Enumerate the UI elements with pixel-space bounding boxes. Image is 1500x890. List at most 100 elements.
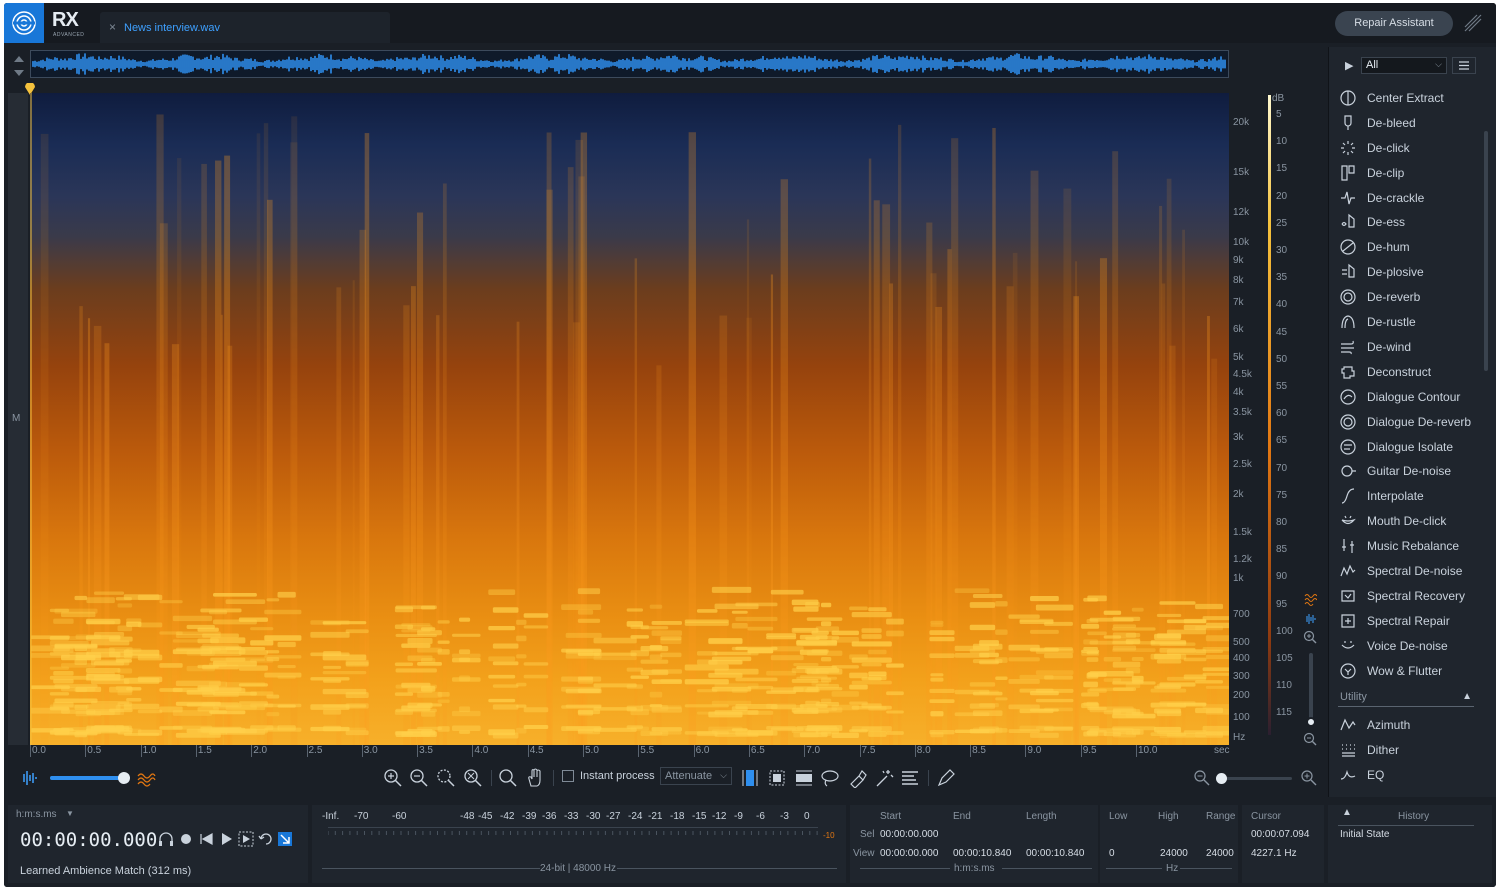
view-end[interactable]: 00:00:10.840 bbox=[953, 848, 1011, 859]
instant-process-checkbox[interactable] bbox=[562, 770, 574, 782]
harmonic-band bbox=[126, 697, 142, 702]
play-module-icon[interactable]: ▶ bbox=[1345, 59, 1353, 72]
zoom-tool-icon[interactable] bbox=[498, 768, 518, 788]
harmonic-band bbox=[861, 663, 882, 667]
view-length[interactable]: 00:00:10.840 bbox=[1026, 848, 1084, 859]
play-selection-icon[interactable] bbox=[238, 831, 254, 847]
frequency-low[interactable]: 0 bbox=[1109, 848, 1115, 859]
zoom-full-icon[interactable] bbox=[463, 768, 483, 788]
module-item[interactable]: De-wind bbox=[1329, 335, 1479, 359]
module-item[interactable]: Music Rebalance bbox=[1329, 534, 1479, 558]
skip-to-start-icon[interactable] bbox=[200, 832, 213, 846]
selection-start[interactable]: 00:00:00.000 bbox=[880, 829, 938, 840]
horizontal-zoom-handle[interactable] bbox=[1216, 773, 1227, 784]
repair-assistant-button[interactable]: Repair Assistant bbox=[1335, 11, 1453, 36]
module-item[interactable]: Dialogue De-reverb bbox=[1329, 410, 1479, 434]
harmonic-band bbox=[1086, 619, 1099, 624]
module-item[interactable]: Spectral Recovery bbox=[1329, 584, 1479, 608]
time-selection-icon[interactable] bbox=[740, 768, 760, 788]
harmonic-band bbox=[929, 653, 955, 658]
play-icon[interactable] bbox=[222, 833, 232, 845]
repair-assistant-icon[interactable] bbox=[1461, 11, 1485, 35]
module-item[interactable]: Deconstruct bbox=[1329, 360, 1479, 384]
module-item[interactable]: Guitar De-noise bbox=[1329, 459, 1479, 483]
time-frequency-selection-icon[interactable] bbox=[767, 768, 787, 788]
zoom-out-icon[interactable] bbox=[409, 768, 429, 788]
frequency-high[interactable]: 24000 bbox=[1160, 848, 1188, 859]
frequency-selection-icon[interactable] bbox=[794, 768, 814, 788]
db-tick-label: 15 bbox=[1276, 163, 1288, 175]
spectrogram-view-icon[interactable] bbox=[136, 768, 156, 788]
brush-tool-icon[interactable] bbox=[847, 768, 867, 788]
horizontal-zoom-out-icon[interactable] bbox=[1192, 768, 1212, 788]
utility-section-header[interactable]: Utility ▲ bbox=[1338, 689, 1474, 707]
module-item[interactable]: De-clip bbox=[1329, 161, 1479, 185]
time-tick-label: 8.5 bbox=[972, 745, 986, 756]
zoom-in-vertical-icon[interactable] bbox=[1303, 630, 1317, 644]
spectrogram-waveform-blend-slider[interactable] bbox=[50, 772, 130, 784]
chevron-down-icon[interactable]: ▼ bbox=[66, 809, 74, 818]
vertical-zoom-slider[interactable] bbox=[1306, 653, 1316, 727]
instant-process-mode-select[interactable]: Attenuate ⌵ bbox=[660, 767, 732, 785]
module-item[interactable]: De-bleed bbox=[1329, 111, 1479, 135]
module-filter-select[interactable]: All ⌵ bbox=[1361, 57, 1447, 74]
module-item[interactable]: De-click bbox=[1329, 136, 1479, 160]
module-item[interactable]: Dither bbox=[1329, 738, 1479, 762]
pencil-tool-icon[interactable] bbox=[936, 768, 956, 788]
overview-resize-icon[interactable] bbox=[8, 51, 30, 81]
time-format-label[interactable]: h:m:s.ms bbox=[16, 809, 57, 820]
spectrogram-settings-icon[interactable] bbox=[1303, 593, 1317, 607]
spectrogram-display[interactable] bbox=[30, 93, 1229, 745]
waveform-settings-icon[interactable] bbox=[1303, 613, 1317, 625]
module-list-scrollbar[interactable] bbox=[1484, 131, 1488, 371]
module-item[interactable]: Wow & Flutter bbox=[1329, 659, 1479, 683]
status-bar: h:m:s.ms ▼ 00:00:00.000 Learned Ambience… bbox=[4, 803, 1496, 887]
module-item[interactable]: Dialogue Contour bbox=[1329, 385, 1479, 409]
frequency-range[interactable]: 24000 bbox=[1206, 848, 1234, 859]
view-start[interactable]: 00:00:00.000 bbox=[880, 848, 938, 859]
zoom-in-icon[interactable] bbox=[383, 768, 403, 788]
module-item[interactable]: Center Extract bbox=[1329, 86, 1479, 110]
zoom-out-vertical-icon[interactable] bbox=[1303, 732, 1317, 746]
history-collapse-icon[interactable]: ▲ bbox=[1342, 807, 1352, 818]
horizontal-zoom-slider[interactable] bbox=[1216, 773, 1292, 784]
record-icon[interactable] bbox=[181, 834, 191, 844]
module-item[interactable]: Dialogue Isolate bbox=[1329, 435, 1479, 459]
harmonic-band bbox=[323, 665, 342, 669]
history-item[interactable]: Initial State bbox=[1340, 829, 1389, 840]
follow-playhead-icon[interactable] bbox=[278, 832, 292, 846]
lasso-tool-icon[interactable] bbox=[820, 768, 840, 788]
headphones-icon[interactable] bbox=[159, 832, 173, 846]
collapse-icon[interactable]: ▲ bbox=[1462, 691, 1472, 702]
waveform-overview[interactable] bbox=[30, 50, 1229, 78]
harmonic-band bbox=[930, 711, 944, 717]
module-item[interactable]: Voice De-noise bbox=[1329, 634, 1479, 658]
module-item[interactable]: De-ess bbox=[1329, 210, 1479, 234]
module-item[interactable]: EQ bbox=[1329, 763, 1479, 787]
vertical-zoom-handle[interactable] bbox=[1306, 717, 1316, 727]
time-tick-label: 1.0 bbox=[142, 745, 157, 756]
module-item[interactable]: De-plosive bbox=[1329, 260, 1479, 284]
zoom-selection-icon[interactable] bbox=[436, 768, 456, 788]
harmonic-band bbox=[1035, 726, 1074, 730]
module-item[interactable]: De-reverb bbox=[1329, 285, 1479, 309]
module-item[interactable]: De-hum bbox=[1329, 235, 1479, 259]
horizontal-zoom-in-icon[interactable] bbox=[1299, 768, 1319, 788]
module-item[interactable]: Azimuth bbox=[1329, 713, 1479, 737]
module-item[interactable]: De-crackle bbox=[1329, 186, 1479, 210]
hand-tool-icon[interactable] bbox=[525, 768, 545, 788]
harmonic-selection-icon[interactable] bbox=[900, 768, 920, 788]
waveform-view-icon[interactable] bbox=[18, 768, 38, 788]
loop-icon[interactable] bbox=[258, 833, 272, 845]
module-menu-button[interactable] bbox=[1452, 57, 1476, 74]
frequency-info-panel: Low High Range 0 24000 24000 Hz bbox=[1100, 805, 1238, 883]
module-item[interactable]: Mouth De-click bbox=[1329, 509, 1479, 533]
module-item[interactable]: Interpolate bbox=[1329, 484, 1479, 508]
blend-slider-handle[interactable] bbox=[118, 772, 130, 784]
close-icon[interactable]: × bbox=[109, 20, 116, 34]
module-item[interactable]: Spectral Repair bbox=[1329, 609, 1479, 633]
module-item[interactable]: Spectral De-noise bbox=[1329, 559, 1479, 583]
module-item[interactable]: De-rustle bbox=[1329, 310, 1479, 334]
magic-wand-icon[interactable] bbox=[874, 768, 894, 788]
file-tab[interactable]: × News interview.wav bbox=[100, 12, 390, 43]
